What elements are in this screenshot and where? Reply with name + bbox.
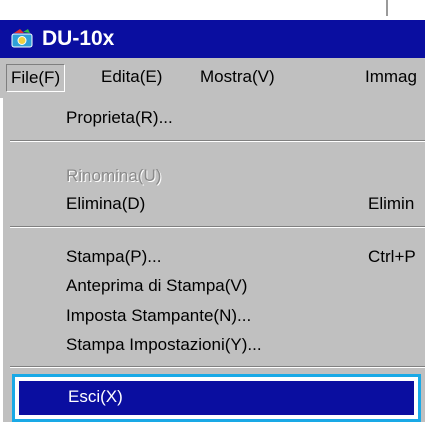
menu-item-delete[interactable]: Elimina(D)	[66, 191, 145, 217]
toolbar-separator	[386, 0, 388, 16]
menu-item-exit-label: Esci(X)	[68, 387, 123, 406]
background-window-strip	[0, 0, 425, 20]
menu-separator	[10, 366, 425, 368]
print-shortcut: Ctrl+P	[368, 247, 416, 266]
menu-item-printer-setup-label: Imposta Stampante(N)...	[66, 306, 252, 325]
menu-separator	[10, 140, 425, 142]
bottom-strip	[0, 422, 425, 432]
menu-item-properties[interactable]: Proprieta(R)...	[66, 105, 173, 131]
menu-view[interactable]: Mostra(V)	[200, 64, 275, 90]
menu-edit[interactable]: Edita(E)	[101, 64, 162, 90]
app-icon	[11, 29, 33, 48]
menu-item-print[interactable]: Stampa(P)...	[66, 244, 161, 270]
menu-image[interactable]: Immag	[365, 64, 417, 90]
title-bar[interactable]: DU-10x	[0, 20, 425, 58]
menu-file-label: File(F)	[11, 68, 61, 87]
menu-item-exit[interactable]: Esci(X)	[12, 374, 421, 422]
menu-item-print-settings-label: Stampa Impostazioni(Y)...	[66, 335, 262, 354]
menu-edit-label: Edita(E)	[101, 67, 163, 86]
delete-shortcut: Elimin	[368, 194, 415, 213]
menu-file[interactable]: File(F)	[6, 64, 66, 92]
menu-item-rename-label: Rinomina(U)	[66, 166, 162, 185]
menu-view-label: Mostra(V)	[200, 67, 275, 86]
menu-bar: File(F) Edita(E) Mostra(V) Immag	[0, 58, 425, 98]
menu-item-properties-label: Proprieta(R)...	[66, 108, 173, 127]
menu-item-printer-setup[interactable]: Imposta Stampante(N)...	[66, 303, 251, 329]
menu-item-print-preview-label: Anteprima di Stampa(V)	[66, 276, 248, 295]
window-title: DU-10x	[42, 27, 115, 50]
menu-separator	[10, 226, 425, 228]
menu-item-print-preview[interactable]: Anteprima di Stampa(V)	[66, 273, 247, 299]
menu-image-label: Immag	[365, 67, 417, 86]
menu-edge	[0, 98, 3, 432]
menu-item-delete-label: Elimina(D)	[66, 194, 146, 213]
menu-item-print-settings[interactable]: Stampa Impostazioni(Y)...	[66, 332, 262, 358]
menu-item-print-label: Stampa(P)...	[66, 247, 162, 266]
menu-item-rename: Rinomina(U)	[66, 163, 161, 189]
